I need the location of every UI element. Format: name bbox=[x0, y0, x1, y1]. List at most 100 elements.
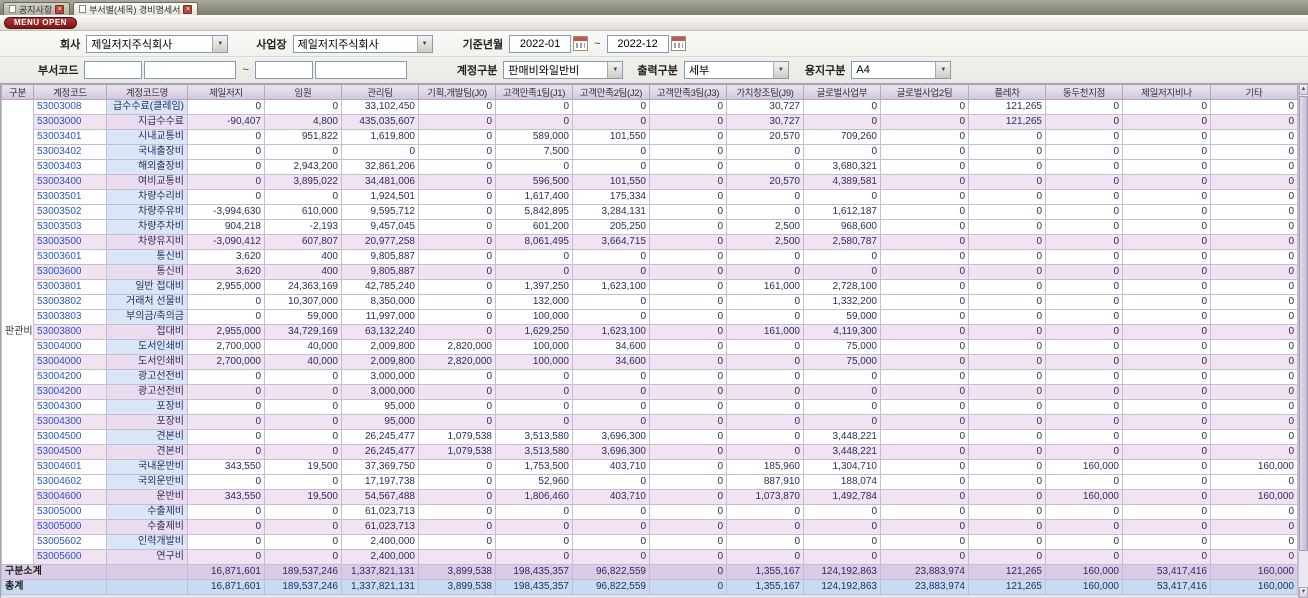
value-cell[interactable]: 0 bbox=[880, 369, 969, 385]
value-cell[interactable]: 0 bbox=[649, 489, 727, 505]
value-cell[interactable]: 54,567,488 bbox=[341, 489, 419, 505]
value-cell[interactable]: 0 bbox=[968, 384, 1046, 400]
value-cell[interactable]: 0 bbox=[1045, 99, 1123, 115]
table-row[interactable]: 53003800 접대비 2,955,000 34,729,169 63,132,240… bbox=[2, 324, 1298, 340]
table-row[interactable]: 53004600 운반비 343,550 19,500 54,567,488 0 1,806… bbox=[2, 489, 1298, 505]
value-cell[interactable]: 0 bbox=[495, 249, 573, 265]
value-cell[interactable]: 0 bbox=[968, 504, 1046, 520]
value-cell[interactable]: 0 bbox=[1122, 99, 1211, 115]
value-cell[interactable]: 0 bbox=[418, 384, 496, 400]
value-cell[interactable]: 0 bbox=[572, 414, 650, 430]
account-code-cell[interactable]: 53003802 bbox=[33, 294, 107, 310]
value-cell[interactable]: 0 bbox=[572, 399, 650, 415]
value-cell[interactable]: 40,000 bbox=[264, 339, 342, 355]
value-cell[interactable]: 2,728,100 bbox=[803, 279, 881, 295]
value-cell[interactable]: 0 bbox=[572, 249, 650, 265]
table-row[interactable]: 53004200 광고선전비 0 0 3,000,000 0 0 0 0 0 0 0 0 0 0 0 bbox=[2, 369, 1298, 385]
value-cell[interactable]: 7,500 bbox=[495, 144, 573, 160]
value-cell[interactable]: 0 bbox=[418, 504, 496, 520]
value-cell[interactable]: 0 bbox=[649, 114, 727, 130]
account-name-cell[interactable]: 여비교통비 bbox=[106, 174, 188, 190]
account-name-cell[interactable]: 도서인쇄비 bbox=[106, 339, 188, 355]
value-cell[interactable]: 0 bbox=[1210, 339, 1298, 355]
value-cell[interactable]: 0 bbox=[803, 264, 881, 280]
value-cell[interactable]: 0 bbox=[1045, 474, 1123, 490]
value-cell[interactable]: 3,000,000 bbox=[341, 369, 419, 385]
value-cell[interactable]: 0 bbox=[649, 414, 727, 430]
value-cell[interactable]: 0 bbox=[572, 474, 650, 490]
value-cell[interactable]: 904,218 bbox=[187, 219, 265, 235]
table-row[interactable]: 53003000 지급수수료 -90,407 4,800 435,035,607 0 0 0 0… bbox=[2, 114, 1298, 130]
value-cell[interactable]: 2,955,000 bbox=[187, 279, 265, 295]
value-cell[interactable]: 188,074 bbox=[803, 474, 881, 490]
account-code-cell[interactable]: 53003601 bbox=[33, 249, 107, 265]
value-cell[interactable]: -3,090,412 bbox=[187, 234, 265, 250]
value-cell[interactable]: 0 bbox=[1210, 249, 1298, 265]
value-cell[interactable]: 0 bbox=[880, 159, 969, 175]
tab-notice[interactable]: 공지사항 × bbox=[3, 2, 71, 15]
value-cell[interactable]: 30,727 bbox=[726, 99, 804, 115]
value-cell[interactable]: 0 bbox=[418, 309, 496, 325]
value-cell[interactable]: 0 bbox=[495, 519, 573, 535]
table-row[interactable]: 53004300 포장비 0 0 95,000 0 0 0 0 0 0 0 0 0 0 0 bbox=[2, 399, 1298, 415]
value-cell[interactable]: 160,000 bbox=[1210, 489, 1298, 505]
value-cell[interactable]: 0 bbox=[880, 309, 969, 325]
value-cell[interactable]: 0 bbox=[187, 99, 265, 115]
value-cell[interactable]: 61,023,713 bbox=[341, 519, 419, 535]
value-cell[interactable]: 0 bbox=[803, 114, 881, 130]
value-cell[interactable]: 0 bbox=[726, 294, 804, 310]
value-cell[interactable]: 0 bbox=[1122, 519, 1211, 535]
table-row[interactable]: 53004300 포장비 0 0 95,000 0 0 0 0 0 0 0 0 0 0 0 bbox=[2, 414, 1298, 430]
account-code-cell[interactable]: 53003400 bbox=[33, 174, 107, 190]
value-cell[interactable]: 19,500 bbox=[264, 459, 342, 475]
value-cell[interactable]: 0 bbox=[1210, 99, 1298, 115]
value-cell[interactable]: 0 bbox=[418, 189, 496, 205]
value-cell[interactable]: 0 bbox=[968, 144, 1046, 160]
value-cell[interactable]: 0 bbox=[880, 129, 969, 145]
value-cell[interactable]: 0 bbox=[1210, 234, 1298, 250]
value-cell[interactable]: -3,994,630 bbox=[187, 204, 265, 220]
value-cell[interactable]: 0 bbox=[1045, 324, 1123, 340]
value-cell[interactable]: 0 bbox=[649, 174, 727, 190]
value-cell[interactable]: 0 bbox=[649, 474, 727, 490]
account-name-cell[interactable]: 광고선전비 bbox=[106, 384, 188, 400]
value-cell[interactable]: 0 bbox=[1210, 159, 1298, 175]
table-row[interactable]: 53004500 견본비 0 0 26,245,477 1,079,538 3,513,58… bbox=[2, 429, 1298, 445]
table-row[interactable]: 53003503 차량주차비 904,218 -2,193 9,457,045 0 601,… bbox=[2, 219, 1298, 235]
value-cell[interactable]: 0 bbox=[1045, 249, 1123, 265]
account-name-cell[interactable]: 급수수료(클레임) bbox=[106, 99, 188, 115]
value-cell[interactable]: 0 bbox=[803, 534, 881, 550]
paper-type-select[interactable]: A4 ▼ bbox=[851, 61, 952, 79]
value-cell[interactable]: 0 bbox=[726, 384, 804, 400]
value-cell[interactable]: 0 bbox=[880, 474, 969, 490]
value-cell[interactable]: 0 bbox=[264, 444, 342, 460]
value-cell[interactable]: 0 bbox=[495, 399, 573, 415]
value-cell[interactable]: 3,680,321 bbox=[803, 159, 881, 175]
value-cell[interactable]: 0 bbox=[880, 444, 969, 460]
value-cell[interactable]: 34,600 bbox=[572, 354, 650, 370]
value-cell[interactable]: 0 bbox=[187, 369, 265, 385]
value-cell[interactable]: 0 bbox=[1122, 189, 1211, 205]
value-cell[interactable]: 161,000 bbox=[726, 324, 804, 340]
value-cell[interactable]: 0 bbox=[1122, 294, 1211, 310]
account-code-cell[interactable]: 53003401 bbox=[33, 129, 107, 145]
value-cell[interactable]: 2,820,000 bbox=[418, 354, 496, 370]
value-cell[interactable]: 0 bbox=[187, 174, 265, 190]
value-cell[interactable]: 34,600 bbox=[572, 339, 650, 355]
account-name-cell[interactable]: 거래처 선물비 bbox=[106, 294, 188, 310]
value-cell[interactable]: 0 bbox=[1045, 414, 1123, 430]
value-cell[interactable]: 0 bbox=[803, 519, 881, 535]
value-cell[interactable]: 0 bbox=[1122, 174, 1211, 190]
value-cell[interactable]: 0 bbox=[418, 174, 496, 190]
account-name-cell[interactable]: 견본비 bbox=[106, 429, 188, 445]
value-cell[interactable]: 0 bbox=[1210, 264, 1298, 280]
value-cell[interactable]: 0 bbox=[880, 414, 969, 430]
account-code-cell[interactable]: 53003503 bbox=[33, 219, 107, 235]
value-cell[interactable]: 0 bbox=[968, 459, 1046, 475]
value-cell[interactable]: 8,350,000 bbox=[341, 294, 419, 310]
value-cell[interactable]: 161,000 bbox=[726, 279, 804, 295]
account-code-cell[interactable]: 53004500 bbox=[33, 429, 107, 445]
value-cell[interactable]: 0 bbox=[572, 99, 650, 115]
value-cell[interactable]: 0 bbox=[418, 219, 496, 235]
value-cell[interactable]: 2,500 bbox=[726, 234, 804, 250]
